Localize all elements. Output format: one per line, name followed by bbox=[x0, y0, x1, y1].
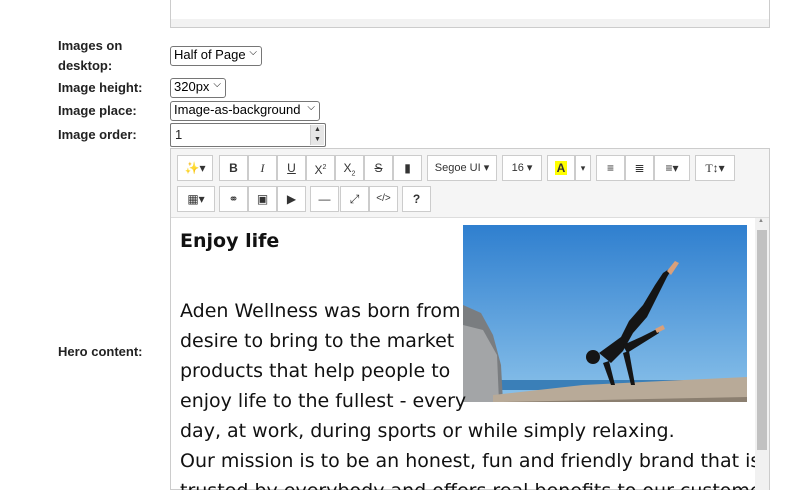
strikethrough-button[interactable]: S bbox=[364, 155, 393, 181]
help-button[interactable]: ? bbox=[402, 186, 431, 212]
subscript-mark: 2 bbox=[351, 170, 356, 178]
chevron-down-icon: ⌵ bbox=[213, 79, 221, 90]
previous-editor-box bbox=[170, 0, 770, 20]
font-family-value: Segoe UI bbox=[434, 162, 481, 174]
italic-button[interactable]: I bbox=[248, 155, 277, 181]
font-size-value: 16 bbox=[511, 162, 524, 174]
color-dropdown-caret[interactable]: ▾ bbox=[575, 155, 591, 181]
code-view-button[interactable]: </> bbox=[369, 186, 398, 212]
superscript-button[interactable]: X2 bbox=[306, 155, 335, 181]
line-height-icon[interactable]: T↕▾ bbox=[695, 155, 735, 181]
link-icon[interactable]: ⚭ bbox=[219, 186, 248, 212]
yoga-photo bbox=[463, 225, 747, 402]
content-line-5: day, at work, during sports or while sim… bbox=[180, 420, 675, 442]
content-line-7: trusted by everybody and offers real ben… bbox=[180, 476, 756, 490]
images-on-desktop-value: Half of Page bbox=[174, 47, 246, 62]
editor-toolbar: ✨▾ B I U X2 X2 S ▮ Segoe UI ▾ 16 ▾ A ▾ ≡… bbox=[171, 149, 769, 218]
superscript-mark: 2 bbox=[322, 164, 327, 171]
rich-text-editor[interactable]: ✨▾ B I U X2 X2 S ▮ Segoe UI ▾ 16 ▾ A ▾ ≡… bbox=[170, 148, 770, 490]
highlight-label: A bbox=[554, 161, 568, 175]
bold-button[interactable]: B bbox=[219, 155, 248, 181]
image-place-label: Image place: bbox=[58, 103, 137, 118]
font-size-dropdown[interactable]: 16 ▾ bbox=[502, 155, 542, 181]
fullscreen-icon[interactable]: ⤢ bbox=[340, 186, 369, 212]
highlight-color-button[interactable]: A bbox=[547, 155, 575, 181]
image-order-input[interactable]: 1 ▲ ▼ bbox=[170, 123, 326, 147]
font-family-dropdown[interactable]: Segoe UI ▾ bbox=[427, 155, 497, 181]
image-order-value: 1 bbox=[175, 127, 183, 142]
ordered-list-icon[interactable]: ≣ bbox=[625, 155, 654, 181]
eraser-icon[interactable]: ▮ bbox=[393, 155, 422, 181]
spinner-arrows-icon[interactable]: ▲ ▼ bbox=[310, 125, 324, 145]
video-icon[interactable]: ▶ bbox=[277, 186, 306, 212]
images-on-desktop-label: Images on desktop: bbox=[58, 38, 123, 73]
paragraph-align-icon[interactable]: ≡▾ bbox=[654, 155, 690, 181]
subscript-button[interactable]: X2 bbox=[335, 155, 364, 181]
hero-content-label: Hero content: bbox=[58, 344, 143, 359]
content-heading: Enjoy life bbox=[180, 230, 280, 252]
image-place-value: Image-as-background bbox=[174, 102, 301, 117]
subscript-label: X bbox=[343, 161, 352, 175]
chevron-down-icon: ⌵ bbox=[307, 102, 315, 113]
chevron-down-icon: ⌵ bbox=[249, 47, 257, 58]
scrollbar-thumb[interactable] bbox=[757, 230, 767, 450]
horizontal-rule-icon[interactable]: — bbox=[310, 186, 339, 212]
table-icon[interactable]: ▦▾ bbox=[177, 186, 215, 212]
content-line-1: Aden Wellness was born from bbox=[180, 300, 461, 322]
image-height-label: Image height: bbox=[58, 80, 143, 95]
image-place-select[interactable]: Image-as-background ⌵ bbox=[170, 101, 320, 121]
image-height-select[interactable]: 320px ⌵ bbox=[170, 78, 226, 98]
unordered-list-icon[interactable]: ≡ bbox=[596, 155, 625, 181]
image-order-label: Image order: bbox=[58, 127, 137, 142]
magic-wand-icon[interactable]: ✨▾ bbox=[177, 155, 213, 181]
image-height-value: 320px bbox=[174, 79, 210, 94]
editor-content-area[interactable]: Enjoy life Aden Wellness was born from d… bbox=[171, 218, 756, 490]
superscript-label: X bbox=[314, 163, 323, 177]
picture-icon[interactable]: ▣ bbox=[248, 186, 277, 212]
images-on-desktop-select[interactable]: Half of Page ⌵ bbox=[170, 46, 262, 66]
scroll-up-icon[interactable]: ▲ bbox=[758, 218, 764, 224]
underline-button[interactable]: U bbox=[277, 155, 306, 181]
content-line-6: Our mission is to be an honest, fun and … bbox=[180, 450, 756, 472]
content-line-4: enjoy life to the fullest - every bbox=[180, 390, 467, 412]
previous-editor-statusbar bbox=[170, 19, 770, 28]
content-line-2: desire to bring to the market bbox=[180, 330, 455, 352]
editor-scrollbar[interactable]: ▲ bbox=[755, 218, 769, 490]
content-line-3: products that help people to bbox=[180, 360, 451, 382]
